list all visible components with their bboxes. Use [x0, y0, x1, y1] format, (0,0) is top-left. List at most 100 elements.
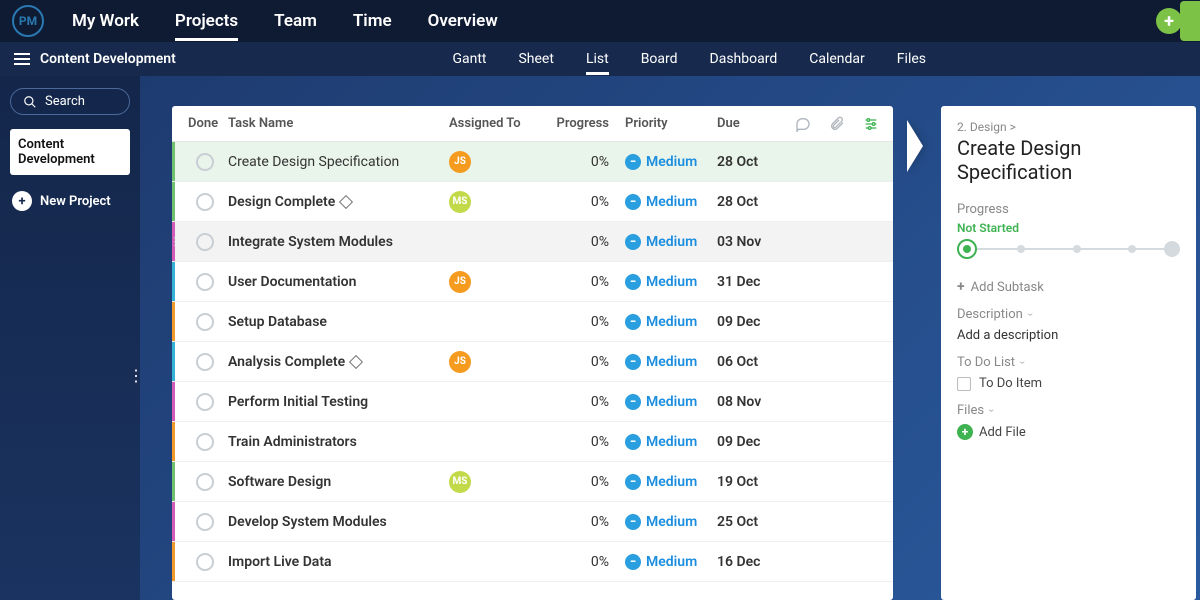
nav-my-work[interactable]: My Work [72, 1, 139, 41]
table-row[interactable]: Analysis Complete JS0%−Medium06 Oct [172, 342, 893, 382]
done-checkbox[interactable] [196, 513, 214, 531]
tab-gantt[interactable]: Gantt [452, 43, 486, 75]
col-done[interactable]: Done [180, 116, 228, 131]
todo-section[interactable]: To Do List › [957, 355, 1180, 370]
add-subtask-button[interactable]: + Add Subtask [957, 279, 1180, 295]
progress-slider[interactable] [957, 239, 1180, 259]
priority-badge[interactable]: −Medium [625, 514, 717, 530]
view-tabs: Gantt Sheet List Board Dashboard Calendar File… [452, 43, 926, 75]
priority-badge[interactable]: −Medium [625, 154, 717, 170]
priority-badge[interactable]: −Medium [625, 234, 717, 250]
nav-team[interactable]: Team [274, 1, 317, 41]
col-due[interactable]: Due [717, 116, 795, 131]
help-button[interactable] [1180, 1, 1200, 41]
done-checkbox[interactable] [196, 193, 214, 211]
attachment-icon[interactable] [829, 116, 845, 132]
progress-value: 0% [549, 274, 625, 290]
priority-badge[interactable]: −Medium [625, 274, 717, 290]
drag-handle-icon[interactable]: ⋮⋮ [172, 235, 180, 248]
tab-dashboard[interactable]: Dashboard [710, 43, 778, 75]
sidebar-item-project[interactable]: Content Development [10, 129, 130, 175]
todo-item[interactable]: To Do Item [957, 376, 1180, 391]
nav-overview[interactable]: Overview [428, 1, 498, 41]
progress-value: 0% [549, 154, 625, 170]
priority-badge[interactable]: −Medium [625, 434, 717, 450]
done-checkbox[interactable] [196, 473, 214, 491]
table-row[interactable]: Develop System Modules 0%−Medium25 Oct [172, 502, 893, 542]
search-input[interactable]: Search [10, 88, 130, 115]
priority-icon: − [625, 274, 641, 290]
sidebar-resize-handle[interactable]: ⋮ [128, 366, 144, 385]
table-row[interactable]: ⋮⋮Integrate System Modules 0%−Medium03 N… [172, 222, 893, 262]
tab-calendar[interactable]: Calendar [809, 43, 865, 75]
col-priority[interactable]: Priority [625, 116, 717, 131]
description-section[interactable]: Description › [957, 307, 1180, 322]
avatar[interactable]: JS [449, 151, 471, 173]
avatar[interactable]: MS [449, 191, 471, 213]
priority-icon: − [625, 394, 641, 410]
table-row[interactable]: Create Design Specification JS0%−Medium2… [172, 142, 893, 182]
checkbox[interactable] [957, 377, 971, 391]
filter-icon[interactable] [863, 116, 879, 132]
priority-badge[interactable]: −Medium [625, 554, 717, 570]
priority-icon: − [625, 354, 641, 370]
nav-projects[interactable]: Projects [175, 1, 238, 41]
due-date: 09 Dec [717, 434, 795, 450]
done-checkbox[interactable] [196, 313, 214, 331]
priority-badge[interactable]: −Medium [625, 474, 717, 490]
table-row[interactable]: Train Administrators 0%−Medium09 Dec [172, 422, 893, 462]
detail-breadcrumb[interactable]: 2. Design > [957, 120, 1180, 134]
priority-icon: − [625, 474, 641, 490]
table-row[interactable]: Setup Database 0%−Medium09 Dec [172, 302, 893, 342]
table-row[interactable]: Design Complete MS0%−Medium28 Oct [172, 182, 893, 222]
add-file-button[interactable]: + Add File [957, 424, 1180, 440]
nav-time[interactable]: Time [353, 1, 392, 41]
done-checkbox[interactable] [196, 233, 214, 251]
done-checkbox[interactable] [196, 393, 214, 411]
avatar[interactable]: JS [449, 351, 471, 373]
avatar[interactable]: MS [449, 471, 471, 493]
priority-badge[interactable]: −Medium [625, 354, 717, 370]
table-header: Done Task Name Assigned To Progress Prio… [172, 106, 893, 142]
col-name[interactable]: Task Name [228, 116, 449, 131]
check-icon [1164, 241, 1180, 257]
plus-icon: + [957, 279, 965, 295]
done-checkbox[interactable] [196, 353, 214, 371]
table-row[interactable]: User Documentation JS0%−Medium31 Dec [172, 262, 893, 302]
priority-icon: − [625, 314, 641, 330]
tab-board[interactable]: Board [641, 43, 678, 75]
new-project-button[interactable]: + New Project [10, 191, 130, 211]
table-row[interactable]: Import Live Data 0%−Medium16 Dec [172, 542, 893, 582]
due-date: 03 Nov [717, 234, 795, 250]
content-area: Done Task Name Assigned To Progress Prio… [140, 76, 1200, 600]
done-checkbox[interactable] [196, 273, 214, 291]
progress-value: 0% [549, 434, 625, 450]
description-input[interactable]: Add a description [957, 328, 1180, 343]
table-row[interactable]: Software Design MS0%−Medium19 Oct [172, 462, 893, 502]
logo[interactable]: PM [12, 5, 44, 37]
priority-badge[interactable]: −Medium [625, 394, 717, 410]
task-name: Import Live Data [228, 554, 449, 570]
priority-badge[interactable]: −Medium [625, 314, 717, 330]
tab-files[interactable]: Files [897, 43, 926, 75]
tab-list[interactable]: List [586, 43, 609, 75]
priority-icon: − [625, 434, 641, 450]
menu-icon[interactable] [14, 53, 30, 65]
col-progress[interactable]: Progress [549, 116, 625, 131]
col-assigned[interactable]: Assigned To [449, 116, 549, 131]
done-checkbox[interactable] [196, 553, 214, 571]
tab-sheet[interactable]: Sheet [518, 43, 553, 75]
table-row[interactable]: Perform Initial Testing 0%−Medium08 Nov [172, 382, 893, 422]
comment-icon[interactable] [795, 116, 811, 132]
done-checkbox[interactable] [196, 433, 214, 451]
avatar[interactable]: JS [449, 271, 471, 293]
main-nav: My Work Projects Team Time Overview [72, 1, 1128, 41]
chevron-down-icon: › [1024, 313, 1037, 316]
priority-icon: − [625, 194, 641, 210]
selection-pointer [907, 120, 923, 172]
files-section[interactable]: Files › [957, 403, 1180, 418]
add-button[interactable]: + [1156, 8, 1182, 34]
done-checkbox[interactable] [196, 153, 214, 171]
priority-badge[interactable]: −Medium [625, 194, 717, 210]
top-bar: PM My Work Projects Team Time Overview + [0, 0, 1200, 42]
